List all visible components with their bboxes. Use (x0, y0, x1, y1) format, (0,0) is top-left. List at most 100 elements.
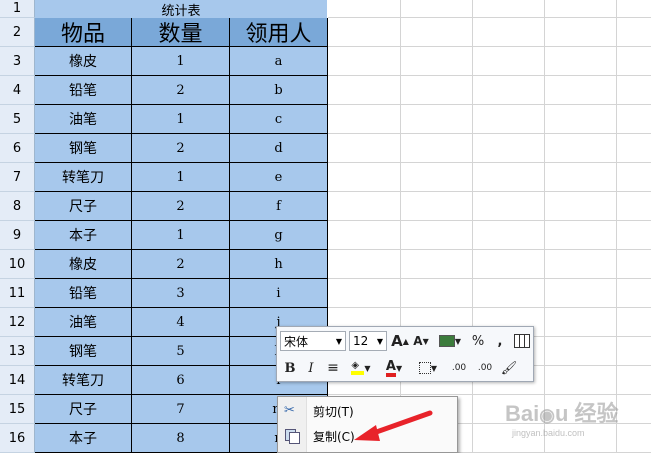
cell-item[interactable]: 钢笔 (35, 134, 132, 163)
grid-line (328, 394, 651, 395)
grid-line (328, 191, 651, 192)
row-header[interactable]: 7 (0, 163, 35, 192)
decrease-decimal-icon: .00 (477, 363, 493, 373)
row-header[interactable]: 13 (0, 337, 35, 366)
row-header[interactable]: 5 (0, 105, 35, 134)
cell-qty[interactable]: 1 (132, 221, 230, 250)
chevron-down-icon: ▼ (430, 363, 438, 373)
header-cell-qty[interactable]: 数量 (132, 18, 230, 47)
grid-line (472, 0, 473, 453)
arrow-head (354, 425, 380, 441)
cell-item[interactable]: 铅笔 (35, 279, 132, 308)
cell-person[interactable]: f (230, 192, 328, 221)
row-header[interactable]: 16 (0, 424, 35, 453)
header-cell-person[interactable]: 领用人 (230, 18, 328, 47)
cell-item[interactable]: 转笔刀 (35, 163, 132, 192)
cell-qty[interactable]: 2 (132, 76, 230, 105)
grid-line (328, 17, 651, 18)
grid-line (544, 0, 545, 453)
cell-item[interactable]: 油笔 (35, 105, 132, 134)
cell-qty[interactable]: 1 (132, 105, 230, 134)
cell-qty[interactable]: 3 (132, 279, 230, 308)
header-cell-item[interactable]: 物品 (35, 18, 132, 47)
cell-qty[interactable]: 2 (132, 192, 230, 221)
row-header[interactable]: 11 (0, 279, 35, 308)
borders-button[interactable]: ▼ (415, 358, 441, 378)
italic-button[interactable]: I (302, 358, 320, 378)
cell-qty[interactable]: 2 (132, 134, 230, 163)
row-header[interactable]: 1 (0, 0, 35, 18)
currency-icon (438, 335, 455, 347)
cell-person[interactable]: i (230, 279, 328, 308)
cell-qty[interactable]: 8 (132, 424, 230, 453)
cell-item[interactable]: 本子 (35, 424, 132, 453)
font-size-value: 12 (353, 334, 369, 348)
grid-line (328, 307, 651, 308)
cell-qty[interactable]: 7 (132, 395, 230, 424)
cell-person[interactable]: h (230, 250, 328, 279)
row-header[interactable]: 2 (0, 18, 35, 47)
row-header[interactable]: 15 (0, 395, 35, 424)
row-header[interactable]: 6 (0, 134, 35, 163)
cell-person[interactable]: e (230, 163, 328, 192)
cell-person[interactable]: c (230, 105, 328, 134)
shrink-font-button[interactable]: A ▼ (412, 331, 430, 351)
decrease-decimal-button[interactable]: .00 (473, 358, 497, 378)
cell-item[interactable]: 油笔 (35, 308, 132, 337)
cell-person[interactable]: d (230, 134, 328, 163)
cell-qty[interactable]: 4 (132, 308, 230, 337)
row-header[interactable]: 12 (0, 308, 35, 337)
row-header[interactable]: 8 (0, 192, 35, 221)
cell-qty[interactable]: 1 (132, 163, 230, 192)
spreadsheet: 1 统计表 2 物品 数量 领用人 3 橡皮 1 a 4 铅笔 2 b 5 油笔 1 c 6 钢笔 2 d 7 转… (0, 0, 651, 453)
font-color-button[interactable]: A ▼ (379, 358, 409, 378)
accounting-format-button[interactable]: ▼ (437, 331, 463, 351)
grid-line (328, 104, 651, 105)
mini-toolbar: 宋体 ▼ 12 ▼ A ▲ A ▼ ▼ % , B I ≡ ◈ ▼ A ▼ ▼ … (276, 326, 534, 382)
font-size-field[interactable]: 12 ▼ (349, 331, 387, 351)
cell-qty[interactable]: 1 (132, 47, 230, 76)
align-center-icon: ≡ (327, 360, 339, 376)
row-header[interactable]: 14 (0, 366, 35, 395)
cell-item[interactable]: 橡皮 (35, 250, 132, 279)
cell-item[interactable]: 铅笔 (35, 76, 132, 105)
chevron-down-icon: ▼ (335, 336, 342, 346)
bold-button[interactable]: B (281, 358, 299, 378)
row-header[interactable]: 4 (0, 76, 35, 105)
format-painter-button[interactable]: 🖌 (499, 358, 519, 378)
row-header[interactable]: 10 (0, 250, 35, 279)
grid-line (328, 162, 651, 163)
cell-item[interactable]: 尺子 (35, 395, 132, 424)
cell-item[interactable]: 转笔刀 (35, 366, 132, 395)
grid-line (400, 0, 401, 453)
row-header[interactable]: 3 (0, 47, 35, 76)
cell-qty[interactable]: 2 (132, 250, 230, 279)
cell-item[interactable]: 橡皮 (35, 47, 132, 76)
cell-item[interactable]: 钢笔 (35, 337, 132, 366)
row-header[interactable]: 9 (0, 221, 35, 250)
cell-item[interactable]: 尺子 (35, 192, 132, 221)
cell-qty[interactable]: 5 (132, 337, 230, 366)
percent-button[interactable]: % (469, 331, 487, 351)
watermark-url: jingyan.baidu.com (512, 428, 585, 438)
format-painter-grid-button[interactable] (513, 331, 531, 351)
comma-button[interactable]: , (493, 331, 507, 351)
increase-decimal-button[interactable]: .00 (447, 358, 471, 378)
grow-font-button[interactable]: A ▲ (391, 331, 409, 351)
paint-bucket-icon: ◈ (351, 360, 365, 375)
cell-person[interactable]: b (230, 76, 328, 105)
chevron-down-icon: ▼ (376, 336, 383, 346)
cell-person[interactable]: g (230, 221, 328, 250)
font-name-field[interactable]: 宋体 ▼ (280, 331, 346, 351)
fill-color-button[interactable]: ◈ ▼ (347, 358, 375, 378)
cell-item[interactable]: 本子 (35, 221, 132, 250)
chevron-down-icon: ▼ (454, 336, 462, 346)
cell-person[interactable]: a (230, 47, 328, 76)
center-align-button[interactable]: ≡ (324, 358, 342, 378)
shrink-font-icon: A (413, 334, 423, 348)
font-name-value: 宋体 (284, 334, 309, 349)
scissors-icon: ✂ (284, 403, 295, 418)
cell-qty[interactable]: 6 (132, 366, 230, 395)
grid-line (328, 278, 651, 279)
menu-item-cut-label: 剪切(T) (313, 404, 354, 419)
